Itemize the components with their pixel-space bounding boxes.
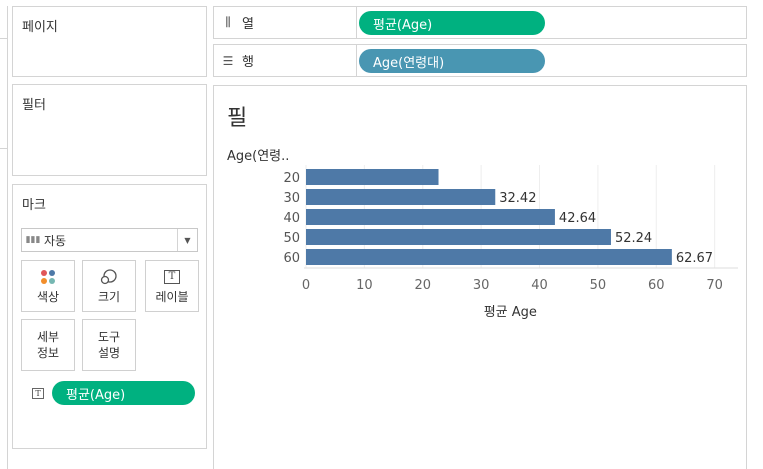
x-tick-label: 30 xyxy=(473,278,490,293)
x-tick-label: 10 xyxy=(356,278,373,293)
viz-area[interactable]: 필 Age(연령.. 20 30 32.42 40 42.64 50 52.24 60 62.67… xyxy=(213,85,747,469)
label-encoding-icon: T xyxy=(32,388,44,399)
x-tick-label: 60 xyxy=(648,278,665,293)
data-label: 62.67 xyxy=(676,251,713,266)
x-tick-label: 40 xyxy=(531,278,548,293)
label-field-pill-text: 평균(Age) xyxy=(66,387,126,403)
category-label: 60 xyxy=(283,251,300,266)
detail-button-label-1: 세부 xyxy=(36,330,60,344)
bar xyxy=(306,249,672,265)
x-tick-label: 0 xyxy=(302,278,310,293)
mark-type-value: 자동 xyxy=(44,233,67,248)
x-tick-label: 70 xyxy=(706,278,723,293)
size-button[interactable]: 크기 xyxy=(82,260,136,312)
columns-shelf-title: 열 xyxy=(242,17,254,32)
bar-chart: Age(연령.. 20 30 32.42 40 42.64 50 52.24 60 62.67 0 1… xyxy=(227,149,738,320)
rows-icon: ☰ xyxy=(222,53,234,68)
columns-icon: ⫼ xyxy=(225,15,231,29)
left-edge-fragment xyxy=(0,148,8,469)
rows-shelf-label: ☰ 행 xyxy=(214,45,357,76)
category-label: 30 xyxy=(283,191,300,206)
bar-chart-icon: ▮▮▮ xyxy=(25,235,41,245)
chevron-down-icon[interactable]: ▼ xyxy=(177,229,197,251)
size-circles-icon xyxy=(99,267,119,287)
data-label: 32.42 xyxy=(499,191,536,206)
bar xyxy=(306,189,496,205)
color-button[interactable]: 색상 xyxy=(21,260,75,312)
rows-field-pill[interactable]: Age(연령대) xyxy=(359,49,545,73)
data-label: 52.24 xyxy=(615,231,652,246)
pages-card[interactable]: 페이지 xyxy=(12,6,207,77)
data-label: 42.64 xyxy=(559,211,596,226)
rows-field-pill-text: Age(연령대) xyxy=(373,55,445,71)
tooltip-button[interactable]: 도구 설명 xyxy=(82,319,136,371)
filters-card-title: 필터 xyxy=(22,98,46,113)
text-label-icon: T xyxy=(164,267,180,287)
mark-type-dropdown[interactable]: ▮▮▮ 자동 ▼ xyxy=(21,228,198,252)
label-button-label: 레이블 xyxy=(155,290,189,304)
x-tick-label: 50 xyxy=(590,278,607,293)
tooltip-button-label-2: 설명 xyxy=(97,346,121,360)
x-tick-label: 20 xyxy=(414,278,431,293)
color-dots-icon xyxy=(41,267,55,287)
bar xyxy=(306,229,611,245)
tooltip-button-label-1: 도구 xyxy=(97,330,121,344)
label-button[interactable]: T 레이블 xyxy=(145,260,199,312)
columns-shelf-label: ⫼ 열 xyxy=(214,7,357,38)
marks-card-title: 마크 xyxy=(22,198,46,213)
label-field-pill[interactable]: 평균(Age) xyxy=(52,381,195,405)
category-label: 40 xyxy=(283,211,300,226)
rows-shelf-title: 행 xyxy=(242,55,254,70)
left-edge-fragment xyxy=(0,6,8,38)
detail-button-label-2: 정보 xyxy=(36,346,60,360)
left-edge-fragment xyxy=(0,38,8,148)
color-button-label: 색상 xyxy=(36,290,60,304)
columns-shelf: ⫼ 열 평균(Age) xyxy=(213,6,747,39)
row-header-label: Age(연령.. xyxy=(227,149,289,164)
bar xyxy=(306,209,555,225)
category-label: 20 xyxy=(283,171,300,186)
size-button-label: 크기 xyxy=(97,290,121,304)
detail-button[interactable]: 세부 정보 xyxy=(21,319,75,371)
columns-field-pill-text: 평균(Age) xyxy=(373,17,433,33)
marks-card: 마크 ▮▮▮ 자동 ▼ 색상 크기 T 레이블 세부 정보 도구 설명 T 평균… xyxy=(12,184,207,449)
rows-shelf: ☰ 행 Age(연령대) xyxy=(213,44,747,77)
category-label: 50 xyxy=(283,231,300,246)
bar xyxy=(306,169,439,185)
filters-card[interactable]: 필터 xyxy=(12,84,207,176)
pages-card-title: 페이지 xyxy=(22,20,58,35)
columns-field-pill[interactable]: 평균(Age) xyxy=(359,11,545,35)
x-axis-title: 평균 Age xyxy=(484,305,537,320)
